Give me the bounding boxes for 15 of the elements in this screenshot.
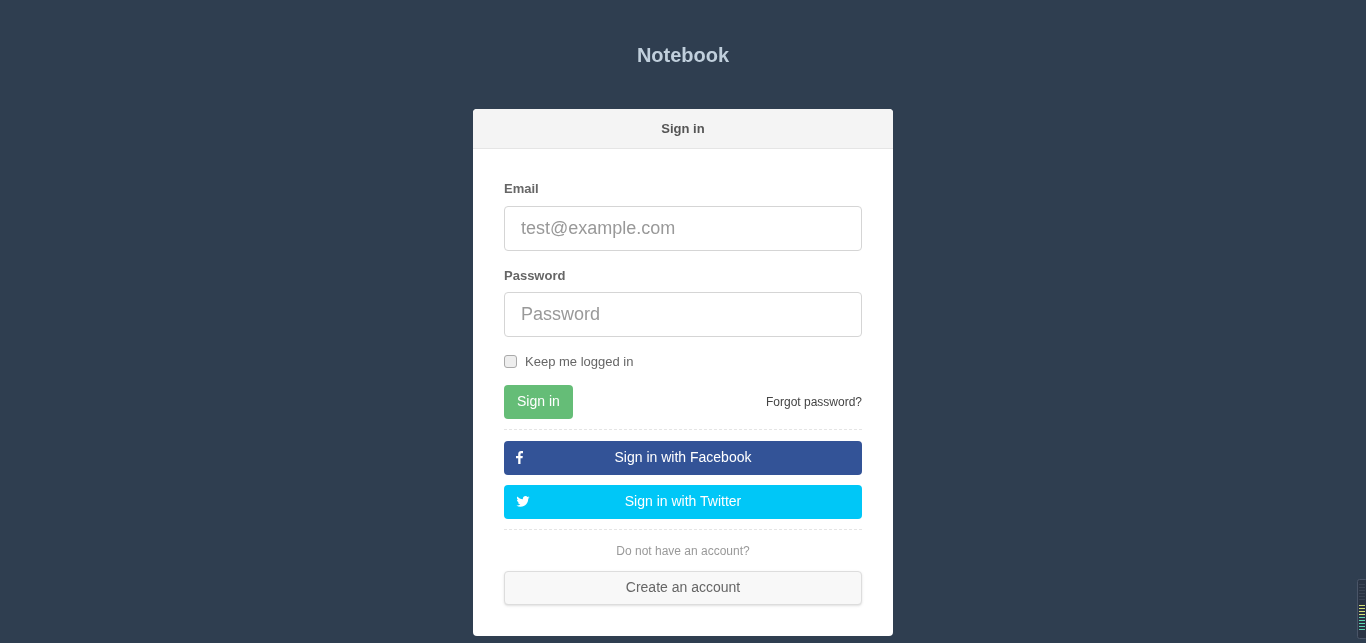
email-field[interactable]: test@example.com	[504, 205, 862, 251]
signup-prompt: Do not have an account?	[615, 542, 751, 560]
field-label: Email	[504, 180, 540, 198]
app-title: Notebook	[636, 43, 730, 68]
field-label: Password	[504, 266, 567, 285]
forgot-password-link[interactable]: Forgot password?	[765, 392, 862, 411]
bird-icon	[516, 496, 530, 507]
checkbox[interactable]	[504, 355, 517, 369]
facebook-icon	[516, 451, 523, 464]
create-account-button[interactable]: Create an account	[504, 570, 862, 605]
level-meter-icon	[1357, 579, 1366, 639]
facebook-sign-in-button[interactable]: Sign in with Facebook	[504, 440, 862, 475]
password-field[interactable]: Password	[504, 292, 862, 337]
panel-title: Sign in	[661, 119, 705, 138]
checkbox-label: Keep me logged in	[525, 353, 634, 371]
